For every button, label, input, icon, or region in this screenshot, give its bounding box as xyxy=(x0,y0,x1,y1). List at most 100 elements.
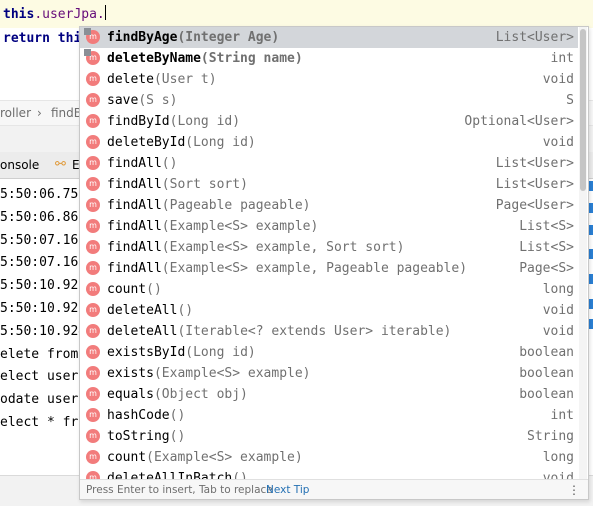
completion-scrollbar-thumb[interactable] xyxy=(580,29,586,191)
method-icon: m xyxy=(86,72,100,86)
completion-item[interactable]: m count() long xyxy=(80,279,578,300)
breadcrumb-item-controller[interactable]: roller xyxy=(0,101,31,125)
method-name-text: toString xyxy=(107,429,170,444)
return-type: boolean xyxy=(519,366,574,381)
method-name: findAll(Example<S> example) xyxy=(107,216,318,237)
return-type: void xyxy=(542,471,574,479)
completion-scrollbar[interactable] xyxy=(579,27,587,479)
method-name-text: deleteAllInBatch xyxy=(107,471,233,479)
endpoints-icon: ⚯ xyxy=(55,157,66,172)
return-type: String xyxy=(527,429,574,444)
return-type: boolean xyxy=(519,345,574,360)
method-icon: m xyxy=(86,93,100,107)
completion-list[interactable]: m findByAge(Integer Age) List<User> m delete… xyxy=(80,27,578,479)
code-line-2[interactable]: return thi xyxy=(3,29,81,49)
marker xyxy=(589,274,593,284)
console-line: 5:50:06.861 xyxy=(0,209,87,225)
completion-item[interactable]: m deleteById(Long id) void xyxy=(80,132,578,153)
method-icon: m xyxy=(86,387,100,401)
marker xyxy=(589,319,593,329)
method-name-text: equals xyxy=(107,387,154,402)
method-signature: (Example<S> example, Pageable pageable) xyxy=(161,261,468,276)
method-name-text: deleteAll xyxy=(107,324,178,339)
console-line: odate user xyxy=(0,392,79,408)
completion-item[interactable]: m equals(Object obj) boolean xyxy=(80,384,578,405)
completion-item[interactable]: m findAll(Example<S> example, Pageable pa… xyxy=(80,258,578,279)
method-icon: m xyxy=(86,450,100,464)
method-icon: m xyxy=(84,28,100,44)
method-name-text: findById xyxy=(107,114,170,129)
console-line: elete from xyxy=(0,346,79,362)
completion-item[interactable]: m deleteAll() void xyxy=(80,300,578,321)
field-access: .userJpa. xyxy=(34,7,105,22)
return-type: List<S> xyxy=(519,219,574,234)
method-name: findAll() xyxy=(107,153,177,174)
next-tip-link[interactable]: Next Tip xyxy=(266,480,309,499)
method-name-text: count xyxy=(107,282,147,297)
method-icon: m xyxy=(86,324,100,338)
method-name: findAll(Example<S> example, Sort sort) xyxy=(107,237,404,258)
method-name-text: findAll xyxy=(107,261,162,276)
marker xyxy=(589,299,593,309)
method-signature: (Pageable pageable) xyxy=(161,198,311,213)
completion-item[interactable]: m findById(Long id) Optional<User> xyxy=(80,111,578,132)
method-signature: (Example<S> example, Sort sort) xyxy=(161,240,405,255)
method-icon: m xyxy=(86,240,100,254)
completion-footer: Press Enter to insert, Tab to replace Ne… xyxy=(80,479,588,499)
method-icon: m xyxy=(86,471,100,479)
completion-item[interactable]: m count(Example<S> example) long xyxy=(80,447,578,468)
method-name-text: findAll xyxy=(107,177,162,192)
code-line-1[interactable]: this.userJpa. xyxy=(3,5,107,25)
method-name: count(Example<S> example) xyxy=(107,447,303,468)
completion-item[interactable]: m findByAge(Integer Age) List<User> xyxy=(80,27,578,48)
method-name-text: hashCode xyxy=(107,408,170,423)
return-type: List<S> xyxy=(519,240,574,255)
completion-item[interactable]: m deleteByName(String name) int xyxy=(80,48,578,69)
completion-item[interactable]: m delete(User t) void xyxy=(80,69,578,90)
return-type: int xyxy=(550,408,574,423)
method-signature: (Object obj) xyxy=(153,387,248,402)
marker xyxy=(589,249,593,259)
method-name: count() xyxy=(107,279,162,300)
completion-item[interactable]: m findAll(Sort sort) List<User> xyxy=(80,174,578,195)
method-name: deleteByName(String name) xyxy=(107,48,303,69)
method-name: deleteAll() xyxy=(107,300,193,321)
return-type: void xyxy=(542,135,574,150)
insert-hint: Press Enter to insert, Tab to replace xyxy=(86,484,273,496)
method-name-text: findAll xyxy=(107,198,162,213)
method-icon: m xyxy=(86,135,100,149)
method-signature: (User t) xyxy=(153,72,217,87)
completion-item[interactable]: m findAll(Pageable pageable) Page<User> xyxy=(80,195,578,216)
completion-item[interactable]: m toString() String xyxy=(80,426,578,447)
method-icon: m xyxy=(86,282,100,296)
more-options-icon[interactable]: ⋮ xyxy=(568,480,580,499)
completion-item[interactable]: m findAll(Example<S> example, Sort sort) L… xyxy=(80,237,578,258)
tab-console[interactable]: onsole xyxy=(0,152,39,178)
return-type: boolean xyxy=(519,387,574,402)
method-signature: () xyxy=(177,303,194,318)
partial-this-keyword: thi xyxy=(57,31,82,46)
return-type: void xyxy=(542,324,574,339)
method-signature: (Iterable<? extends User> iterable) xyxy=(177,324,452,339)
code-completion-popup[interactable]: m findByAge(Integer Age) List<User> m delete… xyxy=(79,26,589,500)
completion-item[interactable]: m existsById(Long id) boolean xyxy=(80,342,578,363)
return-type: List<User> xyxy=(495,177,574,192)
method-name-text: deleteByName xyxy=(107,51,201,66)
method-name-text: deleteAll xyxy=(107,303,178,318)
method-icon: m xyxy=(86,198,100,212)
completion-item[interactable]: m save(S s) S xyxy=(80,90,578,111)
completion-item[interactable]: m deleteAllInBatch() void xyxy=(80,468,578,479)
return-type: void xyxy=(542,72,574,87)
completion-item[interactable]: m hashCode() int xyxy=(80,405,578,426)
method-name: toString() xyxy=(107,426,185,447)
return-type: long xyxy=(542,450,574,465)
breadcrumb-separator-icon: › xyxy=(37,106,42,120)
completion-item[interactable]: m findAll(Example<S> example) List<S> xyxy=(80,216,578,237)
completion-item[interactable]: m deleteAll(Iterable<? extends User> iter… xyxy=(80,321,578,342)
completion-item[interactable]: m findAll() List<User> xyxy=(80,153,578,174)
breadcrumb-item-method[interactable]: findB xyxy=(51,101,82,125)
completion-item[interactable]: m exists(Example<S> example) boolean xyxy=(80,363,578,384)
method-name-text: count xyxy=(107,450,147,465)
text-caret xyxy=(104,5,107,20)
method-name: deleteAll(Iterable<? extends User> itera… xyxy=(107,321,451,342)
